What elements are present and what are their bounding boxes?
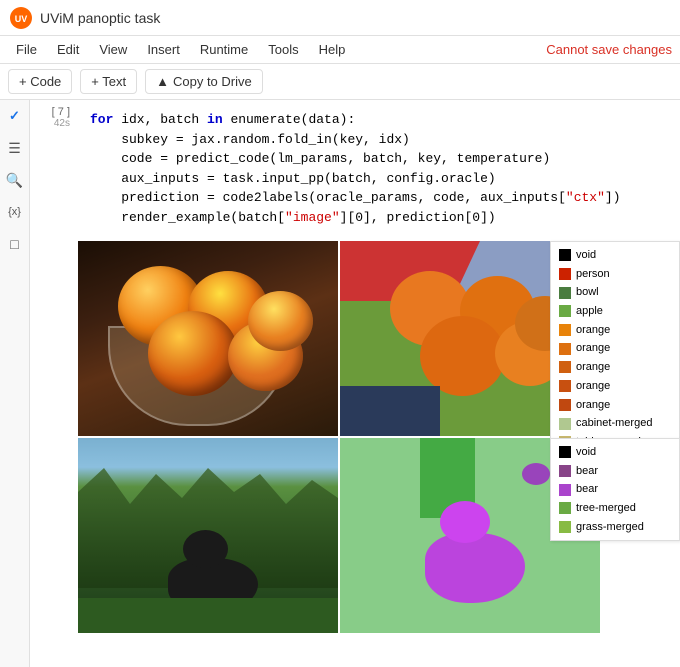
legend-bear-2: bear bbox=[559, 480, 671, 499]
output-area: void person bowl apple orange orange ora… bbox=[30, 237, 680, 633]
output-row-1: void person bowl apple orange orange ora… bbox=[78, 241, 680, 436]
sidebar-search-icon[interactable]: 🔍 bbox=[5, 170, 25, 190]
menu-insert[interactable]: Insert bbox=[139, 40, 188, 59]
sidebar-variables-icon[interactable]: {x} bbox=[5, 202, 25, 222]
menu-view[interactable]: View bbox=[91, 40, 135, 59]
legend-bear-1: bear bbox=[559, 462, 671, 481]
code-block[interactable]: for idx, batch in enumerate(data): subke… bbox=[82, 106, 676, 231]
legend-item-cabinet: cabinet-merged bbox=[559, 414, 671, 433]
menu-bar: File Edit View Insert Runtime Tools Help… bbox=[0, 36, 680, 64]
svg-text:UV: UV bbox=[15, 14, 28, 24]
legend-item-orange3: orange bbox=[559, 358, 671, 377]
bear-legend: void bear bear tree-merged grass-merged bbox=[550, 438, 680, 541]
menu-runtime[interactable]: Runtime bbox=[192, 40, 256, 59]
menu-help[interactable]: Help bbox=[311, 40, 354, 59]
output-row-2: void bear bear tree-merged grass-merged bbox=[78, 438, 680, 633]
add-text-button[interactable]: + Text bbox=[80, 69, 137, 94]
legend-item-orange4: orange bbox=[559, 377, 671, 396]
drive-icon: ▲ bbox=[156, 74, 169, 89]
toolbar: + Code + Text ▲ Copy to Drive bbox=[0, 64, 680, 100]
legend-item-apple: apple bbox=[559, 302, 671, 321]
app-title: UViM panoptic task bbox=[40, 10, 160, 26]
legend-item-bowl: bowl bbox=[559, 283, 671, 302]
main-layout: ✓ ☰ 🔍 {x} □ [ 7 ] 42s for idx, batch in … bbox=[0, 100, 680, 667]
cell-execution-number: [ 7 ] bbox=[30, 106, 70, 118]
sidebar-menu-icon[interactable]: ☰ bbox=[5, 138, 25, 158]
menu-tools[interactable]: Tools bbox=[260, 40, 306, 59]
app-logo: UV bbox=[10, 7, 32, 29]
menu-edit[interactable]: Edit bbox=[49, 40, 87, 59]
legend-item-void: void bbox=[559, 246, 671, 265]
add-code-button[interactable]: + Code bbox=[8, 69, 72, 94]
legend-item-orange5: orange bbox=[559, 396, 671, 415]
legend-item-orange2: orange bbox=[559, 339, 671, 358]
code-area[interactable]: [ 7 ] 42s for idx, batch in enumerate(da… bbox=[30, 100, 680, 667]
sidebar-files-icon[interactable]: □ bbox=[5, 234, 25, 254]
legend-bear-void: void bbox=[559, 443, 671, 462]
menu-file[interactable]: File bbox=[8, 40, 45, 59]
cell-check-icon: ✓ bbox=[5, 106, 25, 126]
legend-item-person: person bbox=[559, 265, 671, 284]
fruit-photo bbox=[78, 241, 338, 436]
legend-bear-grass: grass-merged bbox=[559, 518, 671, 537]
copy-to-drive-button[interactable]: ▲ Copy to Drive bbox=[145, 69, 263, 94]
save-warning: Cannot save changes bbox=[546, 42, 672, 57]
sidebar: ✓ ☰ 🔍 {x} □ bbox=[0, 100, 30, 667]
code-cell: [ 7 ] 42s for idx, batch in enumerate(da… bbox=[30, 100, 680, 237]
bear-photo bbox=[78, 438, 338, 633]
cell-execution-time: 42s bbox=[30, 118, 70, 129]
legend-bear-tree: tree-merged bbox=[559, 499, 671, 518]
title-bar: UV UViM panoptic task bbox=[0, 0, 680, 36]
cell-code-content[interactable]: for idx, batch in enumerate(data): subke… bbox=[78, 104, 680, 233]
legend-item-orange1: orange bbox=[559, 321, 671, 340]
